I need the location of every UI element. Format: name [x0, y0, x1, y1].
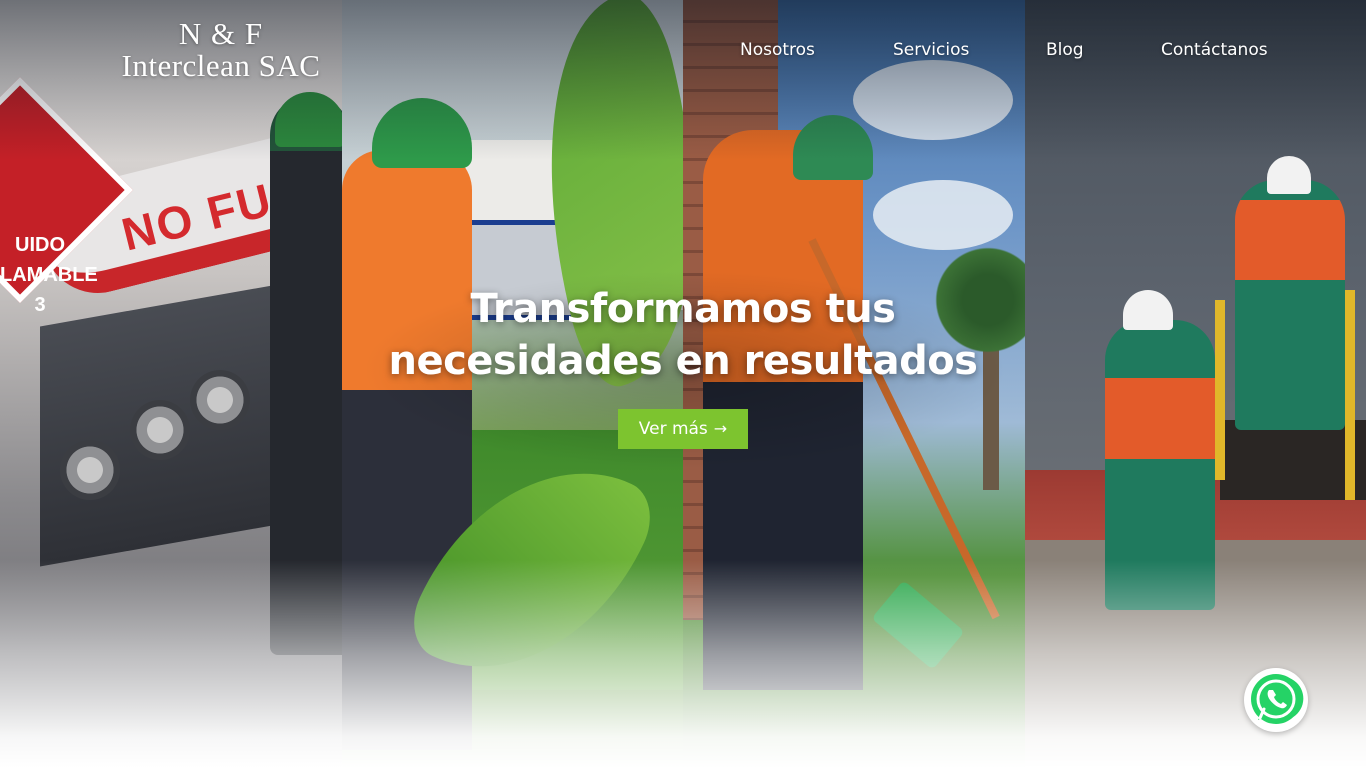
arrow-right-icon: →	[713, 419, 728, 438]
nav-link-servicios[interactable]: Servicios	[893, 38, 969, 62]
logo-line-1: N & F	[178, 16, 264, 51]
site-logo[interactable]: N & F Interclean SAC	[96, 18, 346, 82]
hero-title: Transformamos tus necesidades en resulta…	[388, 286, 978, 384]
logo-line-2: Interclean SAC	[121, 48, 321, 83]
nav-link-blog[interactable]: Blog	[1046, 38, 1084, 62]
nav-link-nosotros[interactable]: Nosotros	[740, 38, 815, 62]
ver-mas-label: Ver más	[638, 419, 708, 439]
placard-lettering: UIDO LAMABLE 3	[0, 234, 98, 316]
whatsapp-button[interactable]	[1244, 668, 1308, 732]
whatsapp-icon	[1251, 674, 1304, 724]
nav-link-contactanos[interactable]: Contáctanos	[1161, 38, 1268, 62]
ver-mas-button[interactable]: Ver más →	[618, 409, 748, 449]
